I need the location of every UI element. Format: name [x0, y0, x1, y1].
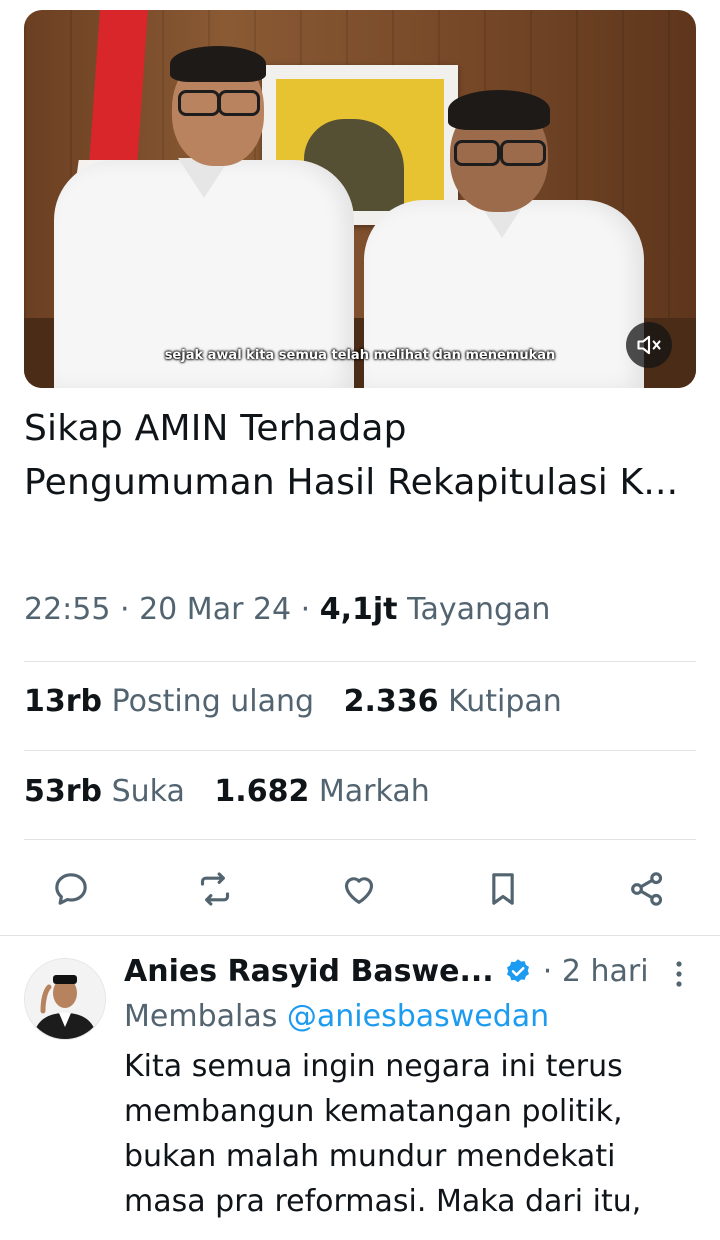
reply-button[interactable] [46, 864, 96, 914]
section-divider [0, 935, 720, 936]
post-meta: 22:55 · 20 Mar 24 · 4,1jt Tayangan [24, 592, 551, 627]
repost-button[interactable] [190, 864, 240, 914]
post-title-line-1: Sikap AMIN Terhadap [24, 408, 407, 449]
reply-header: Anies Rasyid Baswe... · 2 hari [124, 954, 649, 989]
verified-badge-icon [507, 959, 530, 983]
post-title: Sikap AMIN Terhadap Pengumuman Hasil Rek… [24, 402, 700, 510]
post-video[interactable]: sejak awal kita semua telah melihat dan … [24, 10, 696, 388]
likes-label: Suka [111, 774, 185, 809]
share-icon [631, 872, 663, 906]
likes-link[interactable]: 53rb Suka [24, 774, 185, 809]
avatar[interactable] [24, 958, 106, 1040]
likes-count: 53rb [24, 774, 103, 809]
divider [24, 661, 696, 662]
reply-author-name[interactable]: Anies Rasyid Baswe... [124, 954, 494, 989]
reposts-link[interactable]: 13rb Posting ulang [24, 684, 314, 719]
bookmark-icon [492, 873, 514, 905]
video-subtitle: sejak awal kita semua telah melihat dan … [164, 348, 556, 363]
reply-text: Kita semua ingin negara ini terus memban… [124, 1049, 642, 1219]
divider [24, 750, 696, 751]
person-left [54, 40, 354, 388]
reposts-label: Posting ulang [111, 684, 315, 719]
post-date[interactable]: 20 Mar 24 [139, 592, 291, 627]
like-icon [344, 877, 374, 904]
bookmarks-label: Markah [318, 774, 430, 809]
bookmarks-link[interactable]: 1.682 Markah [214, 774, 429, 809]
replying-prefix: Membalas [124, 999, 278, 1034]
share-button[interactable] [622, 864, 672, 914]
repost-icon [200, 872, 230, 906]
speaker-muted-icon [637, 335, 661, 355]
replying-to: Membalas @aniesbaswedan [124, 994, 704, 1040]
like-stats: 53rb Suka 1.682 Markah [24, 774, 430, 809]
avatar-image [25, 959, 105, 1039]
quotes-label: Kutipan [448, 684, 562, 719]
reply-post[interactable]: Anies Rasyid Baswe... · 2 hari Membalas … [124, 950, 704, 1224]
mute-button[interactable] [626, 322, 672, 368]
post-title-line-2: Pengumuman Hasil Rekapitulasi K... [24, 462, 679, 503]
views-count: 4,1jt [319, 592, 398, 627]
repost-stats: 13rb Posting ulang 2.336 Kutipan [24, 684, 562, 719]
reposts-count: 13rb [24, 684, 103, 719]
reply-icon [55, 873, 87, 905]
divider [24, 839, 696, 840]
bookmark-button[interactable] [478, 864, 528, 914]
more-options-button[interactable] [666, 956, 692, 996]
post-time[interactable]: 22:55 [24, 592, 110, 627]
reply-time[interactable]: 2 hari [562, 954, 649, 989]
person-right [354, 90, 654, 388]
more-vertical-icon [676, 961, 682, 987]
quotes-link[interactable]: 2.336 Kutipan [344, 684, 562, 719]
action-bar [24, 858, 696, 918]
quotes-count: 2.336 [343, 684, 439, 719]
like-button[interactable] [334, 864, 384, 914]
views-label: Tayangan [407, 592, 551, 627]
bookmarks-count: 1.682 [214, 774, 310, 809]
replying-handle[interactable]: @aniesbaswedan [287, 999, 549, 1034]
